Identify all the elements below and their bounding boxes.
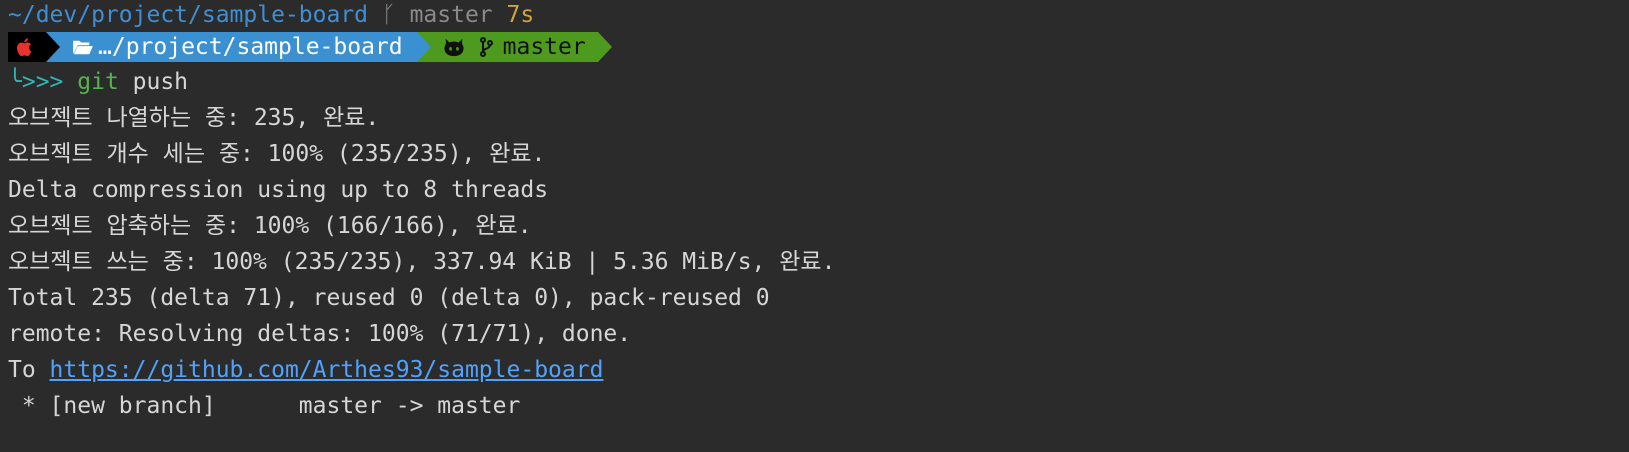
apple-icon	[17, 38, 32, 57]
cwd-path: ~/dev/project/sample-board	[8, 2, 369, 28]
command-line[interactable]: ╰>>> git push	[8, 64, 1629, 100]
output-line: * [new branch] master -> master	[8, 393, 521, 419]
prompt-path-segment: …/project/sample-board	[46, 32, 417, 62]
prompt-symbol: ╰>>>	[8, 69, 64, 95]
command-duration: 7s	[506, 2, 535, 28]
output-line: 오브젝트 쓰는 중: 100% (235/235), 337.94 KiB | …	[8, 249, 836, 275]
output-line: 오브젝트 개수 세는 중: 100% (235/235), 완료.	[8, 141, 546, 167]
output-line-remote: To https://github.com/Arthes93/sample-bo…	[8, 352, 1629, 388]
prompt-info-line: ~/dev/project/sample-board ᚴ master 7s	[8, 0, 1629, 30]
output-line: remote: Resolving deltas: 100% (71/71), …	[8, 321, 632, 347]
git-branch-icon	[479, 37, 493, 57]
branch-name: master	[409, 2, 493, 28]
prompt-path: …/project/sample-board	[98, 34, 403, 60]
output-line: 오브젝트 압축하는 중: 100% (166/166), 완료.	[8, 213, 532, 239]
output-line: Delta compression using up to 8 threads	[8, 177, 549, 203]
git-branch-icon: ᚴ	[381, 2, 396, 28]
github-octocat-icon	[444, 38, 464, 57]
folder-open-icon	[73, 40, 93, 55]
to-label: To	[8, 357, 50, 383]
terminal-window[interactable]: ~/dev/project/sample-board ᚴ master 7s ……	[0, 0, 1629, 424]
output-line: Total 235 (delta 71), reused 0 (delta 0)…	[8, 285, 770, 311]
prompt-os-segment	[8, 32, 46, 62]
command-name: git	[77, 69, 119, 95]
remote-url-link[interactable]: https://github.com/Arthes93/sample-board	[50, 357, 604, 383]
output-line: 오브젝트 나열하는 중: 235, 완료.	[8, 105, 380, 131]
command-args: push	[118, 69, 189, 95]
powerline-prompt: …/project/sample-board master	[8, 30, 1629, 64]
prompt-branch: master	[502, 34, 586, 60]
prompt-git-segment: master	[416, 32, 598, 62]
